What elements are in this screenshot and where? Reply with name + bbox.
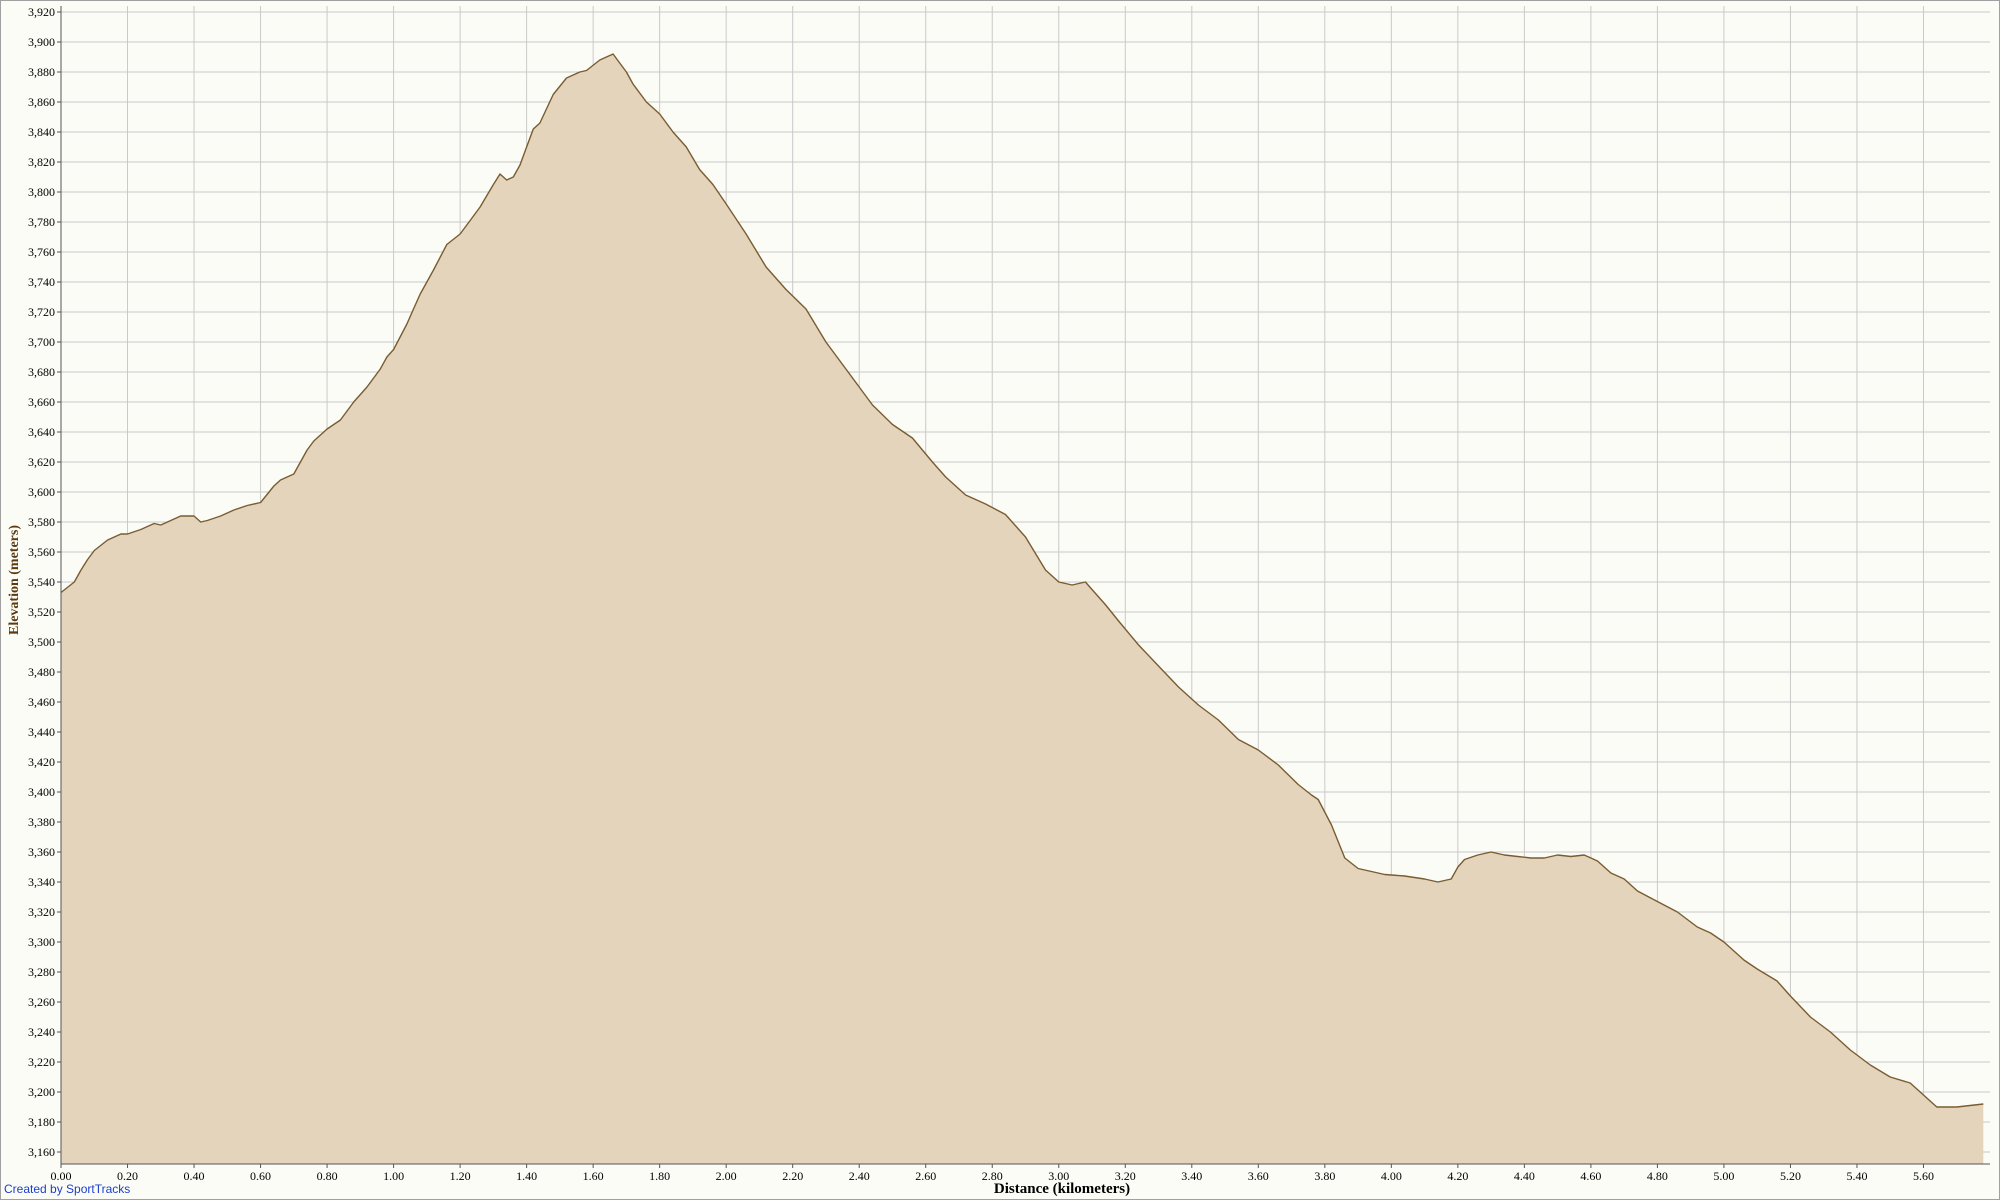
sporttracks-credit-link[interactable]: Created by SportTracks xyxy=(4,1182,130,1196)
y-tick-label: 3,780 xyxy=(28,215,55,229)
x-tick-label: 0.40 xyxy=(184,1169,205,1183)
x-tick-label: 5.20 xyxy=(1780,1169,1801,1183)
x-tick-label: 2.60 xyxy=(915,1169,936,1183)
y-tick-label: 3,740 xyxy=(28,275,55,289)
x-tick-label: 2.40 xyxy=(849,1169,870,1183)
y-tick-label: 3,360 xyxy=(28,845,55,859)
y-tick-label: 3,340 xyxy=(28,875,55,889)
x-tick-label: 4.00 xyxy=(1381,1169,1402,1183)
x-tick-label: 3.40 xyxy=(1181,1169,1202,1183)
x-tick-label: 3.80 xyxy=(1314,1169,1335,1183)
y-tick-label: 3,280 xyxy=(28,965,55,979)
x-tick-label: 0.80 xyxy=(317,1169,338,1183)
x-tick-label: 5.60 xyxy=(1913,1169,1934,1183)
y-tick-label: 3,480 xyxy=(28,665,55,679)
x-tick-label: 2.20 xyxy=(782,1169,803,1183)
y-tick-label: 3,760 xyxy=(28,245,55,259)
chart-canvas: 3,160 3,180 3,200 3,220 3,240 3,260 3,280 3,300… xyxy=(0,0,2000,1200)
y-tick-label: 3,380 xyxy=(28,815,55,829)
x-tick-label: 1.00 xyxy=(383,1169,404,1183)
x-tick-label: 4.80 xyxy=(1647,1169,1668,1183)
y-tick-label: 3,220 xyxy=(28,1055,55,1069)
y-tick-label: 3,260 xyxy=(28,995,55,1009)
y-tick-label: 3,240 xyxy=(28,1025,55,1039)
x-tick-labels: 0.00 0.20 0.40 0.60 0.80 1.00 1.20 1.40 1.60 1.80… xyxy=(51,1169,1934,1183)
y-tick-label: 3,200 xyxy=(28,1085,55,1099)
y-tick-label: 3,860 xyxy=(28,95,55,109)
elevation-chart: 3,160 3,180 3,200 3,220 3,240 3,260 3,280 3,300… xyxy=(0,0,2000,1200)
y-tick-label: 3,300 xyxy=(28,935,55,949)
x-tick-label: 5.00 xyxy=(1713,1169,1734,1183)
y-tick-label: 3,420 xyxy=(28,755,55,769)
x-tick-label: 3.60 xyxy=(1248,1169,1269,1183)
y-tick-label: 3,840 xyxy=(28,125,55,139)
y-tick-label: 3,460 xyxy=(28,695,55,709)
y-tick-label: 3,400 xyxy=(28,785,55,799)
y-tick-label: 3,320 xyxy=(28,905,55,919)
x-tick-label: 4.20 xyxy=(1447,1169,1468,1183)
y-tick-label: 3,640 xyxy=(28,425,55,439)
x-axis-title: Distance (kilometers) xyxy=(994,1181,1130,1197)
y-tick-label: 3,440 xyxy=(28,725,55,739)
y-tick-label: 3,800 xyxy=(28,185,55,199)
x-tick-label: 0.00 xyxy=(51,1169,72,1183)
y-tick-label: 3,900 xyxy=(28,35,55,49)
y-tick-label: 3,880 xyxy=(28,65,55,79)
y-tick-label: 3,920 xyxy=(28,5,55,19)
x-tick-label: 1.40 xyxy=(516,1169,537,1183)
x-tick-label: 5.40 xyxy=(1846,1169,1867,1183)
y-tick-label: 3,540 xyxy=(28,575,55,589)
x-tick-label: 0.60 xyxy=(250,1169,271,1183)
y-tick-label: 3,820 xyxy=(28,155,55,169)
x-tick-label: 4.40 xyxy=(1514,1169,1535,1183)
y-tick-labels: 3,160 3,180 3,200 3,220 3,240 3,260 3,280 3,300… xyxy=(28,5,55,1159)
y-tick-label: 3,720 xyxy=(28,305,55,319)
y-tick-label: 3,700 xyxy=(28,335,55,349)
x-tick-label: 2.00 xyxy=(716,1169,737,1183)
y-tick-label: 3,560 xyxy=(28,545,55,559)
x-tick-label: 1.60 xyxy=(583,1169,604,1183)
y-tick-label: 3,620 xyxy=(28,455,55,469)
y-tick-label: 3,160 xyxy=(28,1145,55,1159)
y-tick-label: 3,600 xyxy=(28,485,55,499)
y-tick-label: 3,660 xyxy=(28,395,55,409)
y-axis-title: Elevation (meters) xyxy=(7,525,22,635)
y-tick-label: 3,180 xyxy=(28,1115,55,1129)
y-tick-label: 3,580 xyxy=(28,515,55,529)
x-tick-label: 1.80 xyxy=(649,1169,670,1183)
x-tick-label: 4.60 xyxy=(1580,1169,1601,1183)
y-tick-label: 3,520 xyxy=(28,605,55,619)
y-tick-label: 3,680 xyxy=(28,365,55,379)
x-tick-label: 0.20 xyxy=(117,1169,138,1183)
y-tick-label: 3,500 xyxy=(28,635,55,649)
x-tick-label: 1.20 xyxy=(450,1169,471,1183)
